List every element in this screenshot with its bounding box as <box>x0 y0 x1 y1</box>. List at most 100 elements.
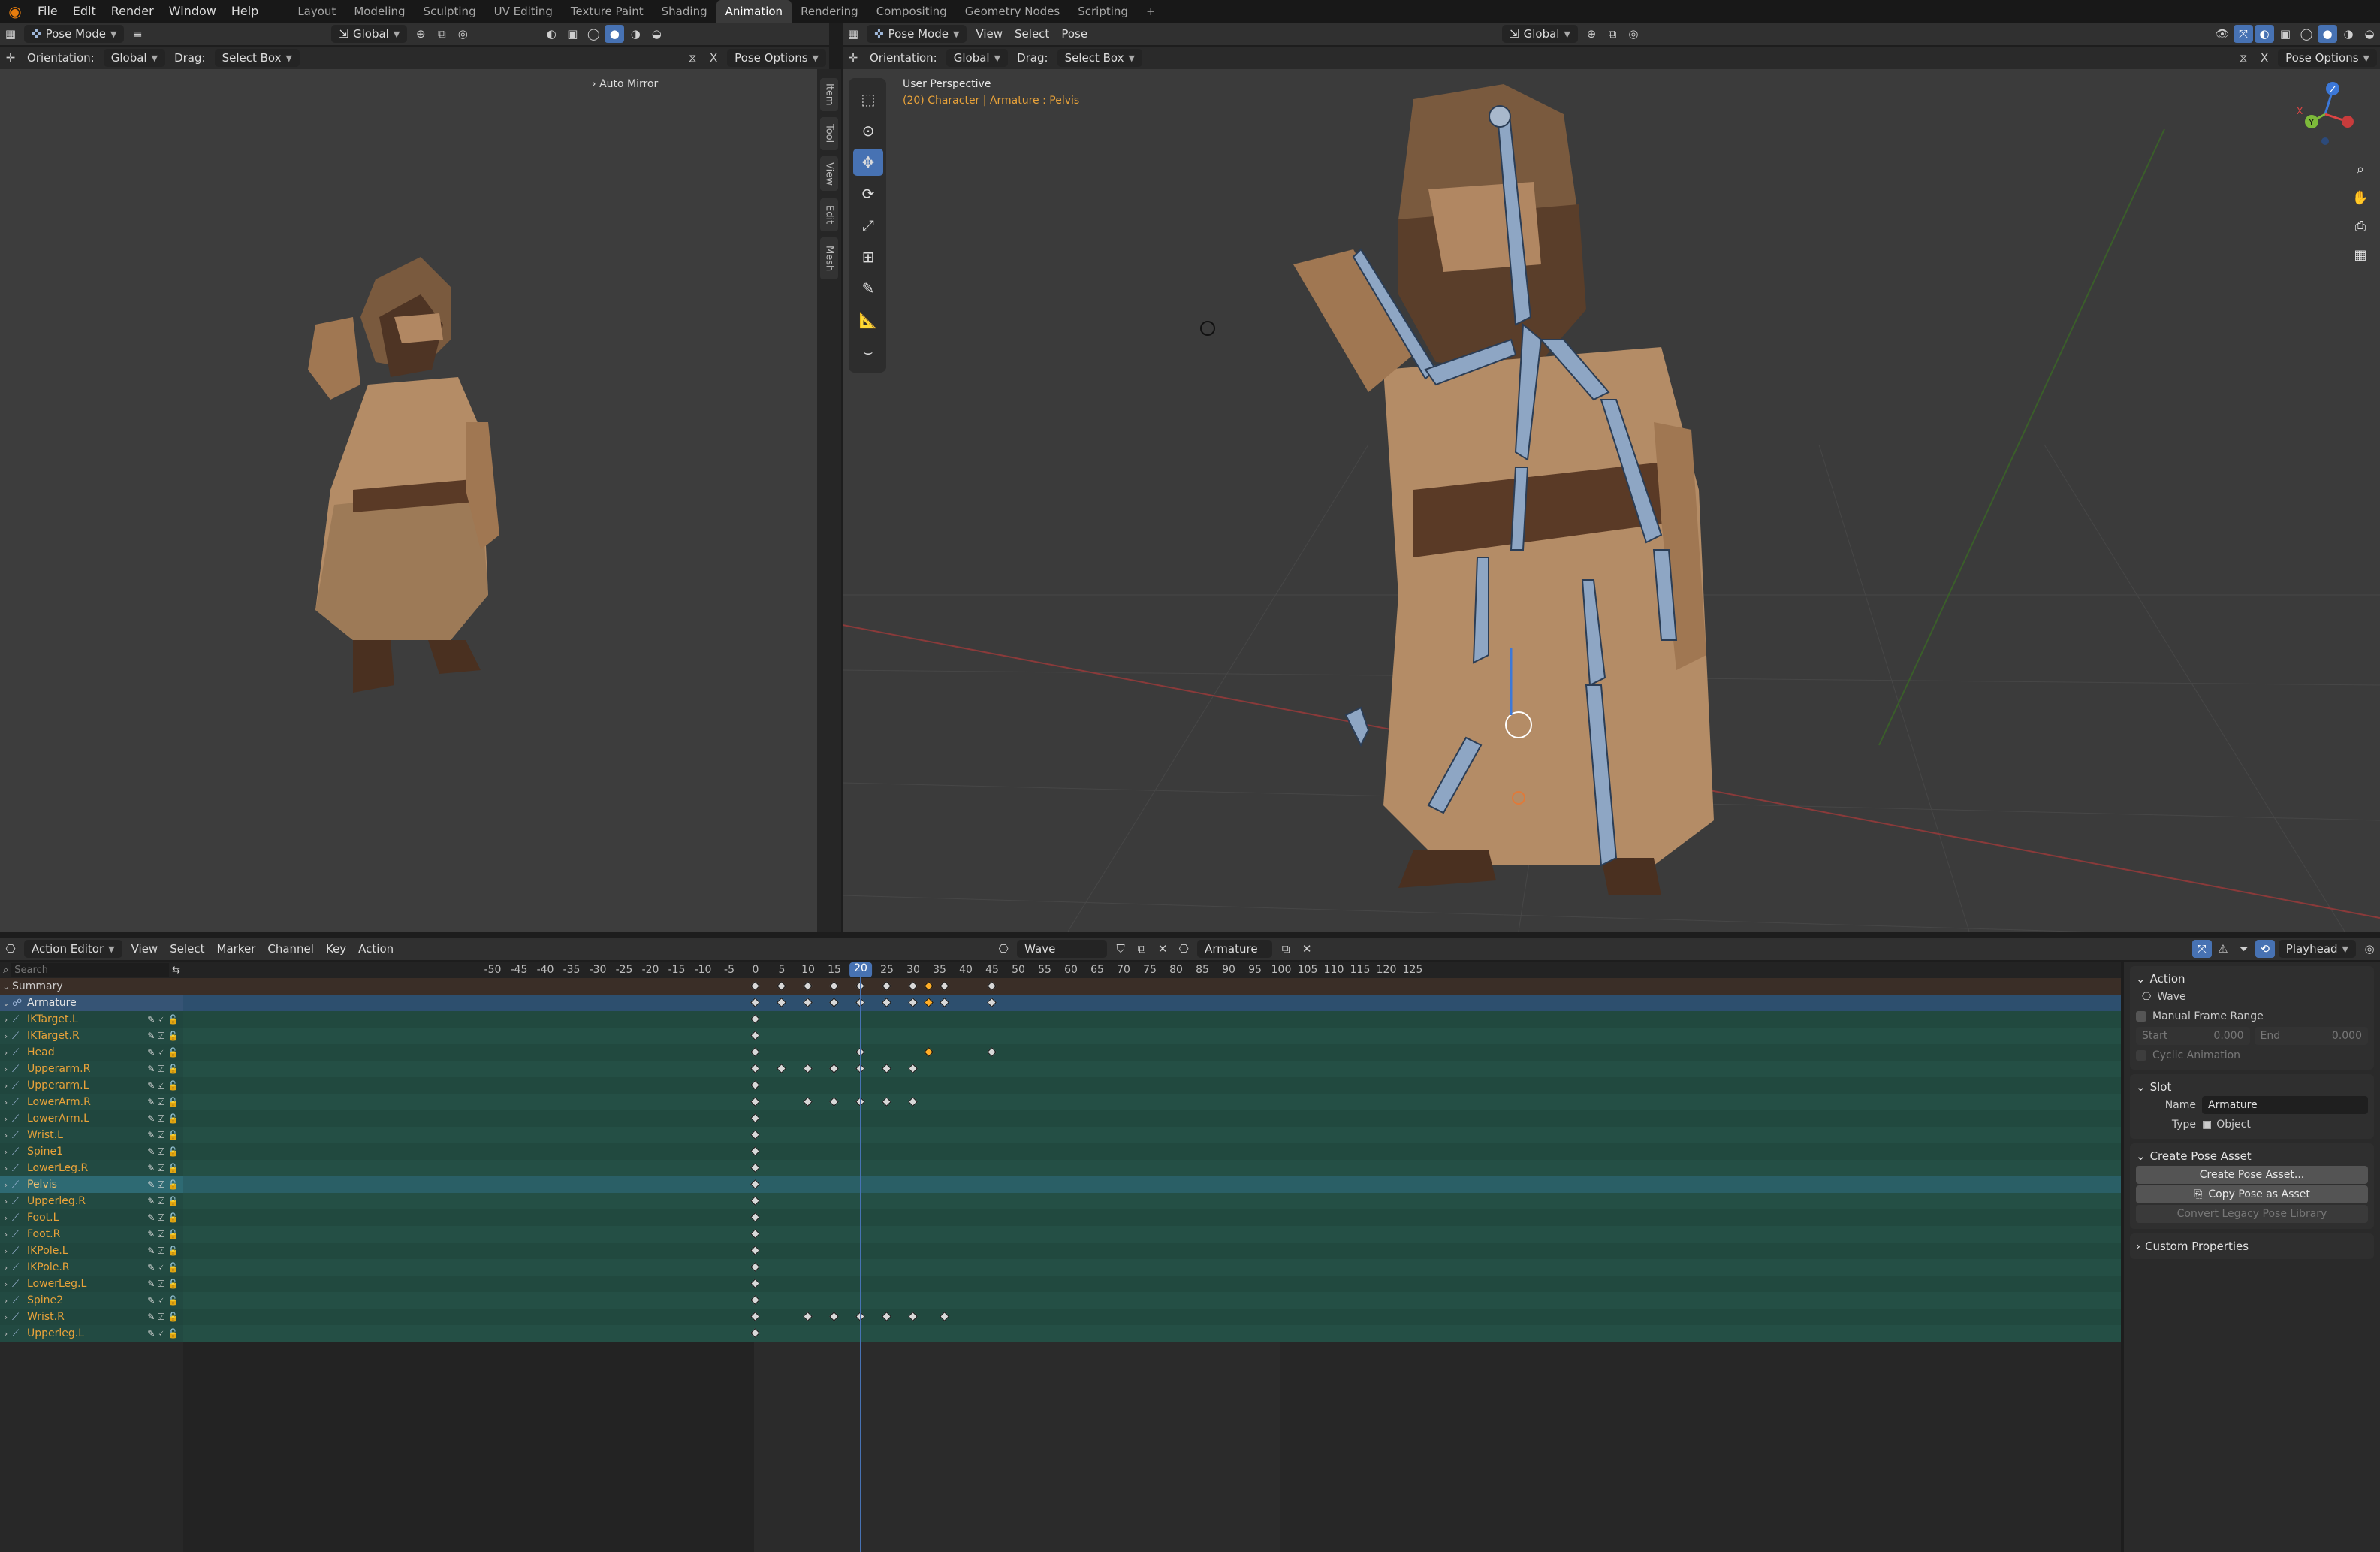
keyframe[interactable] <box>940 981 949 991</box>
chevron-down-icon[interactable]: ⌄ <box>0 998 12 1008</box>
shading-wire-icon[interactable]: ◯ <box>2297 25 2316 43</box>
lock-icon[interactable]: 🔓 <box>167 1295 179 1306</box>
workspace-tab-texture-paint[interactable]: Texture Paint <box>562 0 653 23</box>
keyframe[interactable] <box>777 998 786 1007</box>
sidebar-tab-mesh[interactable]: Mesh <box>820 237 838 279</box>
keyframe[interactable] <box>908 998 918 1007</box>
transform-icon[interactable]: ⊞ <box>853 243 883 270</box>
chevron-right-icon[interactable]: › <box>0 1213 12 1223</box>
keyframe[interactable] <box>750 1179 760 1189</box>
keyframe[interactable] <box>750 1246 760 1255</box>
modifier-icon[interactable]: ✎ <box>147 1312 155 1322</box>
enable-checkbox-icon[interactable]: ☑ <box>157 1212 165 1223</box>
keyframe[interactable] <box>908 1064 918 1073</box>
slot-name-input[interactable]: Armature <box>2202 1096 2368 1114</box>
channel-search-input[interactable] <box>11 963 170 977</box>
cursor-icon[interactable]: ⊙ <box>853 117 883 144</box>
modifier-icon[interactable]: ✎ <box>147 1196 155 1206</box>
perspective-grid-icon[interactable]: ▦ <box>2348 242 2373 267</box>
armature-channel[interactable]: ⌄ ☍ Armature <box>0 995 183 1011</box>
channel-row[interactable] <box>183 1193 2121 1209</box>
keyframe[interactable] <box>750 1212 760 1222</box>
chevron-down-icon[interactable]: ⌄ <box>0 982 12 992</box>
relax-pose-icon[interactable]: ⌣ <box>853 338 883 365</box>
keyframe[interactable] <box>750 998 760 1007</box>
modifier-icon[interactable]: ✎ <box>147 1130 155 1140</box>
editor-type-icon[interactable]: ▦ <box>843 25 863 43</box>
menu-help[interactable]: Help <box>224 0 266 23</box>
channel-lowerarm-r[interactable]: › ⟋ LowerArm.R ✎ ☑ 🔓 <box>0 1094 183 1110</box>
channel-row[interactable] <box>183 1077 2121 1094</box>
blender-logo-icon[interactable]: ◉ <box>0 0 30 23</box>
modifier-icon[interactable]: ✎ <box>147 1328 155 1339</box>
enable-checkbox-icon[interactable]: ☑ <box>157 1130 165 1140</box>
right-transform-dropdown[interactable]: ⇲ Global ▼ <box>1502 25 1578 43</box>
lock-icon[interactable]: 🔓 <box>167 1014 179 1025</box>
channel-pelvis[interactable]: › ⟋ Pelvis ✎ ☑ 🔓 <box>0 1176 183 1193</box>
keyframe[interactable] <box>882 1097 891 1107</box>
chevron-right-icon[interactable]: › <box>0 1098 12 1107</box>
enable-checkbox-icon[interactable]: ☑ <box>157 1097 165 1107</box>
slot-name-field[interactable]: Armature <box>1197 940 1273 958</box>
keyframe[interactable] <box>777 1064 786 1073</box>
ds-view-menu[interactable]: View <box>125 942 164 956</box>
new-slot-icon[interactable]: ⧉ <box>1276 940 1296 958</box>
workspace-tab-scripting[interactable]: Scripting <box>1069 0 1137 23</box>
lock-icon[interactable]: 🔓 <box>167 1163 179 1173</box>
channel-row[interactable] <box>183 1028 2121 1044</box>
duplicate-action-icon[interactable]: ⧉ <box>1132 940 1151 958</box>
chevron-down-icon[interactable]: ⌄ <box>2136 1149 2146 1163</box>
chevron-right-icon[interactable]: › <box>0 1329 12 1339</box>
action-browse-icon[interactable]: ⎔ <box>994 940 1013 958</box>
left-mode-dropdown[interactable]: ✜ Pose Mode ▼ <box>24 25 125 43</box>
keyframe[interactable] <box>940 998 949 1007</box>
ds-channel-menu[interactable]: Channel <box>261 942 320 956</box>
ds-action-menu[interactable]: Action <box>352 942 400 956</box>
keyframe[interactable] <box>908 981 918 991</box>
gizmo-toggle-icon[interactable]: ⤧ <box>2234 25 2253 43</box>
keyframe[interactable] <box>924 998 934 1007</box>
lock-icon[interactable]: 🔓 <box>167 1328 179 1339</box>
keyframe[interactable] <box>750 1064 760 1073</box>
keyframe[interactable] <box>829 1097 839 1107</box>
cyclic-checkbox[interactable] <box>2136 1050 2146 1061</box>
custom-properties-section[interactable]: › Custom Properties <box>2130 1233 2374 1259</box>
channel-upperleg-r[interactable]: › ⟋ Upperleg.R ✎ ☑ 🔓 <box>0 1193 183 1209</box>
menu-edit[interactable]: Edit <box>65 0 104 23</box>
editor-mode-dropdown[interactable]: Action Editor ▼ <box>24 940 122 958</box>
mirror-x-toggle[interactable]: X <box>704 49 723 67</box>
ds-marker-menu[interactable]: Marker <box>211 942 262 956</box>
channel-row[interactable] <box>183 1061 2121 1077</box>
create-pose-asset-button[interactable]: Create Pose Asset... <box>2136 1166 2368 1184</box>
shading-solid-icon[interactable]: ● <box>2318 25 2337 43</box>
overlay-icon[interactable]: ◐ <box>541 25 561 43</box>
navigation-gizmo[interactable]: Z Y X <box>2295 78 2355 146</box>
ds-select-menu[interactable]: Select <box>164 942 210 956</box>
swap-icon[interactable]: ⇆ <box>172 965 180 976</box>
enable-checkbox-icon[interactable]: ☑ <box>157 1328 165 1339</box>
enable-checkbox-icon[interactable]: ☑ <box>157 1262 165 1273</box>
xray-icon[interactable]: ▣ <box>563 25 582 43</box>
channel-row[interactable] <box>183 1226 2121 1243</box>
keyframe[interactable] <box>750 1014 760 1024</box>
chevron-down-icon[interactable]: ⌄ <box>2136 972 2146 986</box>
enable-checkbox-icon[interactable]: ☑ <box>157 1080 165 1091</box>
keyframe[interactable] <box>829 1064 839 1073</box>
select-menu[interactable]: Select <box>1009 27 1055 41</box>
mirror-icon[interactable]: ⧖ <box>683 49 702 67</box>
modifier-icon[interactable]: ✎ <box>147 1279 155 1289</box>
chevron-right-icon[interactable]: › <box>0 1081 12 1091</box>
channel-ikpole-r[interactable]: › ⟋ IKPole.R ✎ ☑ 🔓 <box>0 1259 183 1276</box>
keyframe[interactable] <box>987 981 997 991</box>
workspace-tab-animation[interactable]: Animation <box>716 0 792 23</box>
channel-upperleg-l[interactable]: › ⟋ Upperleg.L ✎ ☑ 🔓 <box>0 1325 183 1342</box>
slot-browse-icon[interactable]: ⎔ <box>1174 940 1193 958</box>
keyframe[interactable] <box>908 1312 918 1321</box>
keyframe[interactable] <box>803 1097 813 1107</box>
enable-checkbox-icon[interactable]: ☑ <box>157 1163 165 1173</box>
enable-checkbox-icon[interactable]: ☑ <box>157 1312 165 1322</box>
channel-row[interactable] <box>183 1127 2121 1143</box>
keyframe[interactable] <box>924 981 934 991</box>
unlink-action-icon[interactable]: ✕ <box>1153 940 1172 958</box>
keyframe[interactable] <box>987 1047 997 1057</box>
